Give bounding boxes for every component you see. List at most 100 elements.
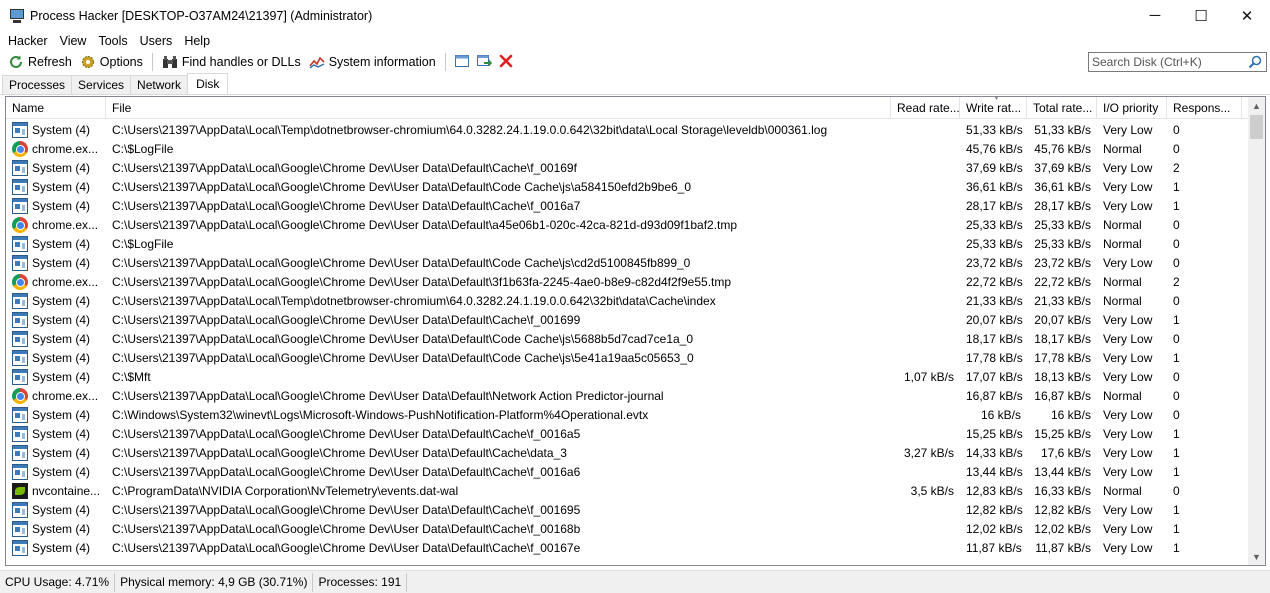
write-rate: 23,72 kB/s <box>966 255 1023 270</box>
file-path: C:\Users\21397\AppData\Local\Google\Chro… <box>112 160 577 175</box>
chrome-process-icon <box>12 216 28 233</box>
response-time: 0 <box>1173 331 1180 346</box>
system-process-icon <box>12 369 28 385</box>
tab-disk[interactable]: Disk <box>187 73 229 94</box>
response-time: 1 <box>1173 179 1180 194</box>
physical-memory: Physical memory: 4,9 GB (30.71%) <box>115 572 314 592</box>
close-button[interactable]: ✕ <box>1224 0 1270 31</box>
table-row[interactable]: System (4) C:\Users\21397\AppData\Local\G… <box>6 329 1248 348</box>
table-row[interactable]: System (4) C:\Users\21397\AppData\Local\G… <box>6 177 1248 196</box>
terminate-button[interactable] <box>495 52 517 72</box>
table-row[interactable]: System (4) C:\Users\21397\AppData\Local\G… <box>6 348 1248 367</box>
io-priority: Very Low <box>1103 426 1153 441</box>
red-x-icon <box>499 54 513 71</box>
column-name[interactable]: Name <box>6 97 106 119</box>
menu-tools[interactable]: Tools <box>92 34 133 48</box>
table-row[interactable]: System (4) C:\Users\21397\AppData\Local\T… <box>6 120 1248 139</box>
table-row[interactable]: System (4) C:\Users\21397\AppData\Local\G… <box>6 443 1248 462</box>
menu-help[interactable]: Help <box>178 34 216 48</box>
write-rate: 25,33 kB/s <box>966 236 1023 251</box>
tab-services[interactable]: Services <box>71 75 132 94</box>
scroll-up-icon[interactable]: ▲ <box>1248 97 1265 114</box>
menu-hacker[interactable]: Hacker <box>2 34 54 48</box>
column-file[interactable]: File <box>106 97 891 119</box>
process-name: chrome.ex... <box>32 217 99 232</box>
options-button[interactable]: Options <box>76 52 147 72</box>
table-row[interactable]: chrome.ex... C:\Users\21397\AppData\Local… <box>6 272 1248 291</box>
total-rate: 37,69 kB/s <box>1034 160 1091 175</box>
table-row[interactable]: System (4) C:\Users\21397\AppData\Local\G… <box>6 253 1248 272</box>
table-row[interactable]: System (4) C:\Users\21397\AppData\Local\G… <box>6 462 1248 481</box>
table-row[interactable]: System (4) C:\Users\21397\AppData\Local\G… <box>6 310 1248 329</box>
write-rate: 22,72 kB/s <box>966 274 1023 289</box>
io-priority: Normal <box>1103 274 1142 289</box>
table-row[interactable]: System (4) C:\Users\21397\AppData\Local\G… <box>6 500 1248 519</box>
system-process-icon <box>12 540 28 556</box>
table-row[interactable]: System (4) C:\Users\21397\AppData\Local\G… <box>6 519 1248 538</box>
table-row[interactable]: nvcontaine... C:\ProgramData\NVIDIA Corpo… <box>6 481 1248 500</box>
system-process-icon <box>12 293 28 309</box>
find-window-button[interactable] <box>473 52 495 72</box>
write-rate: 20,07 kB/s <box>966 312 1023 327</box>
file-path: C:\Users\21397\AppData\Local\Google\Chro… <box>112 502 581 517</box>
menu-users[interactable]: Users <box>134 34 179 48</box>
table-row[interactable]: System (4) C:\Users\21397\AppData\Local\G… <box>6 424 1248 443</box>
table-row[interactable]: System (4) C:\Users\21397\AppData\Local\G… <box>6 158 1248 177</box>
total-rate: 21,33 kB/s <box>1034 293 1091 308</box>
table-row[interactable]: System (4) C:\Users\21397\AppData\Local\T… <box>6 291 1248 310</box>
column-io-priority[interactable]: I/O priority <box>1097 97 1167 119</box>
response-time: 0 <box>1173 217 1180 232</box>
total-rate: 25,33 kB/s <box>1034 217 1091 232</box>
system-process-icon <box>12 312 28 328</box>
table-row[interactable]: chrome.ex... C:\$LogFile 45,76 kB/s 45,76 k… <box>6 139 1248 158</box>
file-path: C:\Users\21397\AppData\Local\Google\Chro… <box>112 521 581 536</box>
process-name-cell: System (4) <box>6 444 106 461</box>
io-priority: Normal <box>1103 217 1142 232</box>
chrome-process-icon <box>12 140 28 157</box>
process-name: System (4) <box>32 464 91 479</box>
io-priority: Very Low <box>1103 407 1153 422</box>
process-name: System (4) <box>32 160 91 175</box>
table-row[interactable]: System (4) C:\Users\21397\AppData\Local\G… <box>6 538 1248 557</box>
process-name-cell: System (4) <box>6 349 106 366</box>
io-priority: Very Low <box>1103 331 1153 346</box>
minimize-button[interactable]: ─ <box>1132 0 1178 31</box>
tab-network[interactable]: Network <box>130 75 189 94</box>
disk-rows: System (4) C:\Users\21397\AppData\Local\T… <box>6 120 1248 557</box>
table-row[interactable]: System (4) C:\$Mft 1,07 kB/s 17,07 kB/s 18,1… <box>6 367 1248 386</box>
menu-view[interactable]: View <box>54 34 93 48</box>
column-response[interactable]: Respons... <box>1167 97 1242 119</box>
table-row[interactable]: System (4) C:\Users\21397\AppData\Local\G… <box>6 196 1248 215</box>
file-path: C:\Users\21397\AppData\Local\Google\Chro… <box>112 198 581 213</box>
scroll-down-icon[interactable]: ▼ <box>1248 548 1265 565</box>
table-row[interactable]: chrome.ex... C:\Users\21397\AppData\Local… <box>6 386 1248 405</box>
disk-list-view[interactable]: Name File Read rate... ▼ Write rat... Tot… <box>5 96 1266 566</box>
process-name: nvcontaine... <box>32 483 101 498</box>
find-handles-button[interactable]: Find handles or DLLs <box>158 52 305 72</box>
column-write-rate[interactable]: ▼ Write rat... <box>960 97 1027 119</box>
column-total-rate[interactable]: Total rate... <box>1027 97 1097 119</box>
maximize-button[interactable]: ☐ <box>1178 0 1224 31</box>
vertical-scrollbar[interactable]: ▲ ▼ <box>1248 97 1265 565</box>
window-icon-button[interactable] <box>451 52 473 72</box>
refresh-button[interactable]: Refresh <box>4 52 76 72</box>
table-row[interactable]: System (4) C:\Windows\System32\winevt\Log… <box>6 405 1248 424</box>
write-rate: 12,02 kB/s <box>966 521 1023 536</box>
process-name: System (4) <box>32 331 91 346</box>
process-name-cell: System (4) <box>6 501 106 518</box>
tab-processes[interactable]: Processes <box>2 75 73 94</box>
search-icon[interactable] <box>1247 54 1263 70</box>
write-rate: 12,83 kB/s <box>966 483 1023 498</box>
scroll-thumb[interactable] <box>1250 115 1263 139</box>
table-row[interactable]: chrome.ex... C:\Users\21397\AppData\Local… <box>6 215 1248 234</box>
search-disk-field[interactable] <box>1088 52 1267 72</box>
search-input[interactable] <box>1089 55 1247 69</box>
system-information-button[interactable]: System information <box>305 52 440 72</box>
table-row[interactable]: System (4) C:\$LogFile 25,33 kB/s 25,33 kB/… <box>6 234 1248 253</box>
file-path: C:\Users\21397\AppData\Local\Google\Chro… <box>112 255 691 270</box>
process-name-cell: chrome.ex... <box>6 273 106 290</box>
process-name-cell: System (4) <box>6 254 106 271</box>
system-process-icon <box>12 350 28 366</box>
tab-divider <box>0 94 1270 95</box>
column-read-rate[interactable]: Read rate... <box>891 97 960 119</box>
